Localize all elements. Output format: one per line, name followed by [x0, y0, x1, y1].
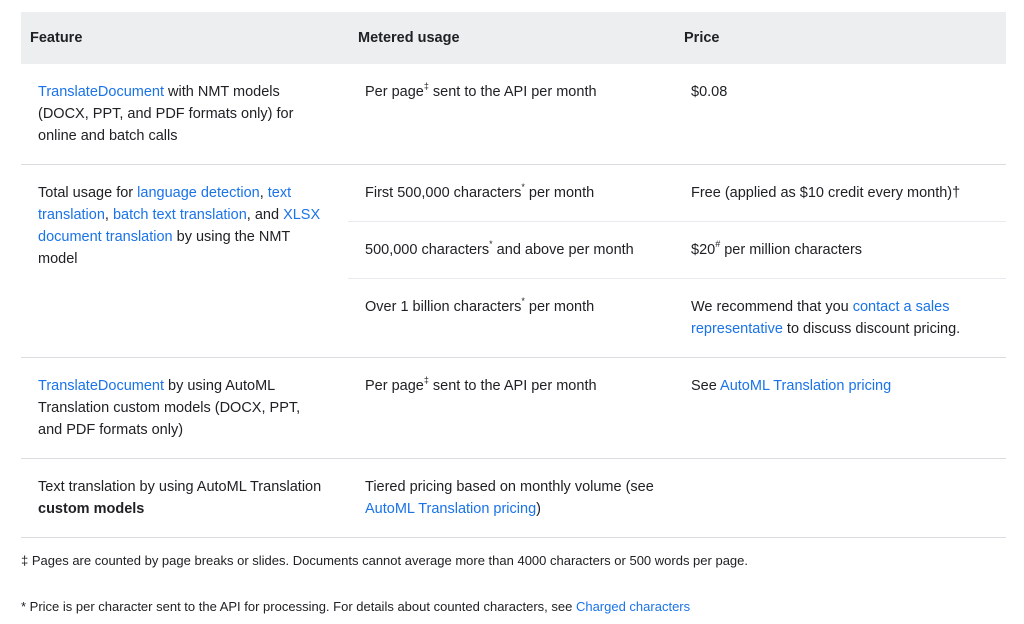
usage-cell: 500,000 characters* and above per month [348, 221, 674, 279]
footnote-mark: ‡ [423, 81, 429, 92]
usage-cell: Per page‡ sent to the API per month [348, 64, 674, 165]
usage-cell: Tiered pricing based on monthly volume (… [348, 458, 674, 538]
price-cell [674, 458, 1006, 538]
feature-text: Text translation by using AutoML Transla… [38, 479, 322, 495]
price-text: See [691, 378, 721, 394]
table-row: TranslateDocument by using AutoML Transl… [21, 357, 1006, 459]
feature-cell: Total usage for language detection, text… [21, 164, 348, 358]
pricing-table-container: Feature Metered usage Price TranslateDoc… [21, 12, 1006, 538]
table-row: Text translation by using AutoML Transla… [21, 458, 1006, 538]
usage-text: Over 1 billion characters [365, 299, 522, 315]
usage-cell: First 500,000 characters* per month [348, 164, 674, 222]
feature-bold-text: custom models [38, 501, 145, 517]
footnote-mark: * [521, 296, 525, 307]
table-row: TranslateDocument with NMT models (DOCX,… [21, 64, 1006, 165]
usage-text: ) [536, 501, 541, 517]
usage-text: per month [524, 185, 595, 201]
usage-cell: Per page‡ sent to the API per month [348, 357, 674, 459]
usage-text: First 500,000 characters [365, 185, 522, 201]
automl-translation-pricing-link[interactable]: AutoML Translation pricing [365, 501, 536, 517]
footnote-text: * Price is per character sent to the API… [21, 599, 576, 614]
separator-text: , [259, 185, 268, 201]
usage-cell: Over 1 billion characters* per month [348, 278, 674, 358]
usage-text: sent to the API per month [428, 378, 597, 394]
batch-text-translation-link[interactable]: batch text translation [113, 207, 247, 223]
usage-text: Per page [365, 84, 424, 100]
price-text: per million characters [720, 242, 863, 258]
price-cell: We recommend that you contact a sales re… [674, 278, 1006, 358]
header-metered-usage: Metered usage [348, 12, 674, 64]
header-price: Price [674, 12, 1006, 64]
usage-text: sent to the API per month [428, 84, 597, 100]
price-text: We recommend that you [691, 299, 853, 315]
translatedocument-link[interactable]: TranslateDocument [38, 378, 164, 394]
footnote-mark: * [521, 182, 525, 193]
pricing-table: Feature Metered usage Price TranslateDoc… [21, 12, 1006, 538]
price-cell: $20# per million characters [674, 221, 1006, 279]
footnote-mark: # [715, 239, 721, 250]
usage-text: per month [524, 299, 595, 315]
automl-translation-pricing-link[interactable]: AutoML Translation pricing [720, 378, 891, 394]
header-feature: Feature [21, 12, 348, 64]
table-header-row: Feature Metered usage Price [21, 12, 1006, 64]
separator-text: , and [246, 207, 284, 223]
price-cell: $0.08 [674, 64, 1006, 165]
footnote-pages: ‡ Pages are counted by page breaks or sl… [21, 553, 748, 568]
feature-text: Total usage for [38, 185, 138, 201]
price-text: to discuss discount pricing. [782, 321, 961, 337]
feature-cell: Text translation by using AutoML Transla… [21, 458, 348, 538]
usage-text: and above per month [492, 242, 634, 258]
translatedocument-link[interactable]: TranslateDocument [38, 84, 164, 100]
footnote-mark: ‡ [423, 375, 429, 386]
footnote-mark: * [489, 239, 493, 250]
feature-cell: TranslateDocument with NMT models (DOCX,… [21, 64, 348, 165]
language-detection-link[interactable]: language detection [137, 185, 260, 201]
footnote-price: * Price is per character sent to the API… [21, 596, 1006, 618]
table-row: Total usage for language detection, text… [21, 164, 1006, 358]
usage-text: Per page [365, 378, 424, 394]
separator-text: , [104, 207, 113, 223]
price-text: $20 [691, 242, 716, 258]
charged-characters-link[interactable]: Charged characters [576, 599, 690, 614]
feature-cell: TranslateDocument by using AutoML Transl… [21, 357, 348, 459]
price-cell: Free (applied as $10 credit every month)… [674, 164, 1006, 222]
price-cell: See AutoML Translation pricing [674, 357, 1006, 459]
usage-text: Tiered pricing based on monthly volume (… [365, 479, 654, 495]
usage-text: 500,000 characters [365, 242, 490, 258]
